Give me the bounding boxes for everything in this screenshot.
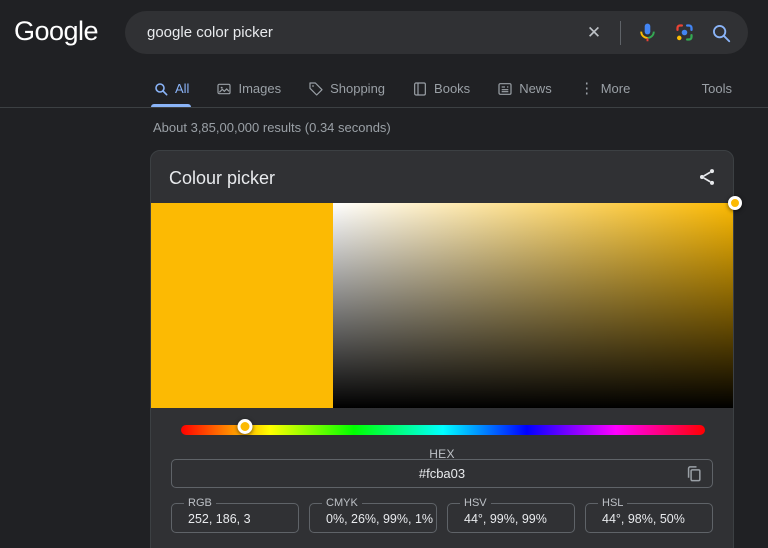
- mic-icon[interactable]: [636, 22, 658, 44]
- cmyk-value: 0%, 26%, 99%, 1%: [326, 512, 433, 526]
- news-icon: [497, 81, 513, 97]
- tab-images-label: Images: [238, 81, 281, 96]
- copy-icon[interactable]: [684, 464, 704, 484]
- hsl-value: 44°, 98%, 50%: [602, 512, 685, 526]
- search-bar-divider: [620, 21, 621, 45]
- saturation-handle[interactable]: [728, 196, 742, 210]
- all-search-icon: [153, 81, 169, 97]
- tab-news[interactable]: News: [497, 70, 552, 107]
- saturation-gradient[interactable]: [333, 203, 733, 408]
- tab-images[interactable]: Images: [216, 70, 281, 107]
- hsl-label: HSL: [598, 497, 627, 510]
- hue-handle[interactable]: [237, 419, 252, 434]
- color-preview-swatch: [151, 203, 333, 408]
- cmyk-field[interactable]: CMYK 0%, 26%, 99%, 1%: [309, 503, 437, 533]
- search-input[interactable]: [147, 24, 583, 41]
- tools-button[interactable]: Tools: [702, 81, 768, 96]
- tab-all-label: All: [175, 81, 189, 96]
- hex-value: #fcba03: [419, 466, 465, 481]
- colour-picker-card: Colour picker HEX #fcba03: [150, 150, 734, 548]
- shopping-tag-icon: [308, 81, 324, 97]
- search-bar-icons: ✕: [583, 21, 732, 45]
- card-title: Colour picker: [169, 168, 275, 189]
- hue-slider[interactable]: [181, 425, 705, 435]
- rgb-field[interactable]: RGB 252, 186, 3: [171, 503, 299, 533]
- tab-news-label: News: [519, 81, 552, 96]
- hsv-field[interactable]: HSV 44°, 99%, 99%: [447, 503, 575, 533]
- tab-all[interactable]: All: [153, 70, 189, 107]
- search-icon[interactable]: [710, 22, 732, 44]
- google-logo[interactable]: Google: [14, 16, 98, 47]
- share-icon[interactable]: [697, 167, 717, 187]
- tab-books-label: Books: [434, 81, 470, 96]
- tab-shopping-label: Shopping: [330, 81, 385, 96]
- color-value-fields: RGB 252, 186, 3 CMYK 0%, 26%, 99%, 1% HS…: [171, 503, 713, 533]
- books-icon: [412, 81, 428, 97]
- hex-input[interactable]: #fcba03: [171, 459, 713, 488]
- lens-camera-icon[interactable]: [673, 22, 695, 44]
- rgb-value: 252, 186, 3: [188, 512, 251, 526]
- search-bar[interactable]: ✕: [125, 11, 748, 54]
- images-icon: [216, 81, 232, 97]
- clear-icon[interactable]: ✕: [583, 22, 605, 44]
- tab-more-label: More: [601, 81, 631, 96]
- hsv-value: 44°, 99%, 99%: [464, 512, 547, 526]
- picker-area: [151, 203, 733, 408]
- result-tabs: All Images Shopping Books: [0, 70, 768, 108]
- more-ellipsis-icon: ⋮: [579, 81, 595, 97]
- tab-more[interactable]: ⋮ More: [579, 70, 631, 107]
- cmyk-label: CMYK: [322, 497, 362, 510]
- tab-shopping[interactable]: Shopping: [308, 70, 385, 107]
- rgb-label: RGB: [184, 497, 216, 510]
- hsl-field[interactable]: HSL 44°, 98%, 50%: [585, 503, 713, 533]
- hsv-label: HSV: [460, 497, 491, 510]
- google-search-page: Google ✕: [0, 0, 768, 548]
- tab-books[interactable]: Books: [412, 70, 470, 107]
- results-stats: About 3,85,00,000 results (0.34 seconds): [153, 120, 391, 135]
